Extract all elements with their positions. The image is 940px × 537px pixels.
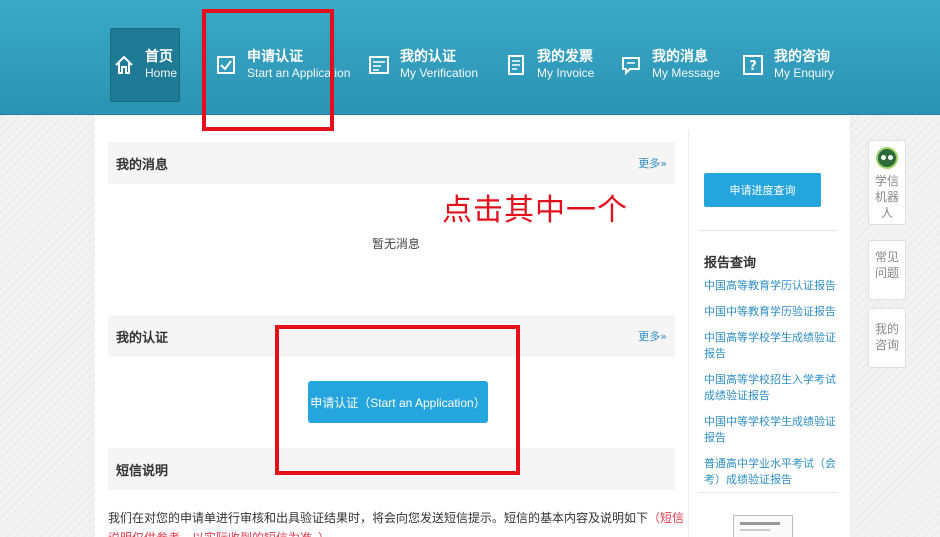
faq-widget[interactable]: 常见问题 xyxy=(868,240,906,300)
sms-body: 我们在对您的申请单进行审核和出具验证结果时，将会向您发送短信提示。短信的基本内容… xyxy=(108,511,649,525)
report-link[interactable]: 中国中等学校学生成绩验证报告 xyxy=(704,414,839,446)
nav-my-message-sublabel: My Message xyxy=(652,66,721,81)
question-icon: ? xyxy=(742,54,764,76)
sidebar-divider xyxy=(698,230,838,231)
nav-my-enquiry[interactable]: ? 我的咨询 My Enquiry xyxy=(742,28,834,102)
messages-more-link[interactable]: 更多» xyxy=(638,155,667,171)
nav-home[interactable]: 首页 Home xyxy=(110,28,180,102)
nav-my-enquiry-label: 我的咨询 xyxy=(774,48,830,65)
sms-description: 我们在对您的申请单进行审核和出具验证结果时，将会向您发送短信提示。短信的基本内容… xyxy=(108,508,688,537)
annotation-box-button xyxy=(275,325,520,475)
verification-more-link[interactable]: 更多» xyxy=(638,328,667,344)
report-query-title: 报告查询 xyxy=(704,256,757,271)
nav-my-message[interactable]: 我的消息 My Message xyxy=(620,28,720,102)
nav-my-enquiry-sublabel: My Enquiry xyxy=(774,66,835,81)
enquiry-label: 我的咨询 xyxy=(875,322,900,352)
nav-my-verification[interactable]: 我的认证 My Verification xyxy=(368,28,478,102)
messages-header: 我的消息 更多» xyxy=(108,142,675,184)
nav-my-verification-sublabel: My Verification xyxy=(400,66,479,81)
report-link[interactable]: 普通高中学业水平考试（会考）成绩验证报告 xyxy=(704,456,839,488)
annotation-box-nav xyxy=(202,9,334,131)
report-link[interactable]: 中国高等教育学历认证报告 xyxy=(704,278,839,294)
robot-widget[interactable]: 学信机器人 xyxy=(868,140,906,225)
nav-home-sublabel: Home xyxy=(145,66,178,81)
report-link[interactable]: 中国高等学校招生入学考试成绩验证报告 xyxy=(704,372,839,404)
sms-title: 短信说明 xyxy=(116,463,169,479)
report-link[interactable]: 中国高等学校学生成绩验证报告 xyxy=(704,330,839,362)
report-list: 中国高等教育学历认证报告 中国中等教育学历验证报告 中国高等学校学生成绩验证报告… xyxy=(704,278,839,498)
nav-my-invoice[interactable]: 我的发票 My Invoice xyxy=(505,28,594,102)
robot-label: 学信机器人 xyxy=(874,174,899,220)
enquiry-widget[interactable]: 我的咨询 xyxy=(868,308,906,368)
nav-my-verification-label: 我的认证 xyxy=(400,48,456,65)
certificate-icon xyxy=(368,54,390,76)
nav-my-invoice-label: 我的发票 xyxy=(537,48,593,65)
progress-query-button[interactable]: 申请进度查询 xyxy=(704,173,821,207)
report-sample-thumbnail[interactable] xyxy=(733,515,793,537)
verification-title: 我的认证 xyxy=(116,330,169,346)
sidebar-divider xyxy=(698,492,838,493)
nav-my-invoice-sublabel: My Invoice xyxy=(537,66,595,81)
nav-home-label: 首页 xyxy=(145,48,173,65)
annotation-text: 点击其中一个 xyxy=(442,193,628,228)
robot-avatar-icon xyxy=(876,147,898,169)
message-icon xyxy=(620,54,642,76)
svg-text:?: ? xyxy=(749,59,757,74)
messages-title: 我的消息 xyxy=(116,157,169,173)
home-icon xyxy=(113,54,135,76)
nav-my-message-label: 我的消息 xyxy=(652,48,708,65)
report-link[interactable]: 中国中等教育学历验证报告 xyxy=(704,304,839,320)
column-divider xyxy=(688,130,689,537)
top-navigation: 首页 Home 申请认证 Start an Application 我的认证 M… xyxy=(0,0,940,115)
invoice-icon xyxy=(505,54,527,76)
empty-messages-text: 暂无消息 xyxy=(372,237,421,251)
faq-label: 常见问题 xyxy=(875,250,900,280)
